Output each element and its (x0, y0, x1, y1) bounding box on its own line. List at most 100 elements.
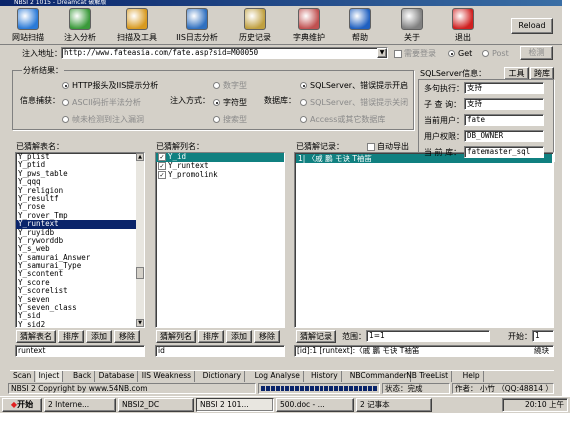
column-name-input[interactable]: id (155, 345, 285, 357)
check-icon[interactable]: ✓ (158, 162, 166, 170)
tables-button-2[interactable]: 添加 (86, 330, 112, 343)
post-radio[interactable]: Post (482, 49, 509, 59)
table-list-item[interactable]: Y_runtext (16, 220, 144, 229)
tables-button-3[interactable]: 移除 (114, 330, 140, 343)
progress-block (363, 386, 368, 391)
sqlinfo-label: 当前用户： (424, 116, 464, 125)
string-radio[interactable]: 字符型 (213, 98, 247, 108)
table-list-item[interactable]: Y_s_web (16, 245, 144, 253)
taskbar-item[interactable]: NBSI2_DC (118, 398, 194, 412)
taskbar-item[interactable]: NBSI 2 101... (196, 398, 274, 412)
toolbar-button-6[interactable]: 帮助 (340, 8, 380, 44)
sqlserver-error-on-radio[interactable]: SQLServer、错误提示开启 (300, 81, 408, 91)
table-list-item[interactable]: Y_rose (16, 203, 144, 211)
detect-button[interactable]: 检测 (520, 46, 553, 60)
access-radio[interactable]: Access或其它数据库 (300, 115, 385, 125)
check-icon[interactable]: ✓ (158, 171, 166, 179)
tables-button-1[interactable]: 排序 (58, 330, 84, 343)
table-list-item[interactable]: Y_sid (16, 312, 144, 320)
app-window: NBSI 2 1015 - Dreamcat 破解版 Reload 注入地址： … (0, 0, 562, 404)
taskbar-item[interactable]: 2 记事本 (356, 398, 432, 412)
taskbar-item[interactable]: 500.doc - ... (276, 398, 354, 412)
search-radio[interactable]: 搜索型 (213, 115, 247, 125)
tables-scrollbar[interactable]: ▲ ▼ (136, 153, 144, 327)
sqlinfo-value: 支持 (464, 82, 544, 94)
tab-help[interactable]: Help (460, 371, 484, 382)
toolbar-button-7[interactable]: 关于 (392, 8, 432, 44)
history-icon (244, 8, 266, 30)
toolbar-button-5[interactable]: 字典维护 (286, 8, 332, 44)
column-name: Y_id (168, 153, 187, 161)
sqlinfo-value: fate (464, 114, 544, 126)
column-list-item[interactable]: ✓ Y_promolink (156, 171, 284, 180)
reload-button[interactable]: Reload (511, 18, 553, 34)
record-output[interactable]: [id]:1 [runtext]:〈戚 鵬 モ诀 T袖笛 繞玦 (294, 345, 554, 357)
toolbar-button-3[interactable]: IIS日志分析 (170, 8, 224, 44)
url-dropdown-arrow-icon[interactable]: ▼ (377, 48, 387, 58)
tab-scan[interactable]: Scan (10, 371, 36, 382)
column-list-item[interactable]: ✓ Y_id (156, 153, 284, 162)
info-capture-label: 信息捕获： (20, 96, 60, 105)
range-input[interactable]: 1=1 (366, 330, 490, 342)
table-list-item[interactable]: Y_plist (16, 153, 144, 161)
columns-button-3[interactable]: 移除 (254, 330, 280, 343)
tab-iis-weakness[interactable]: IIS Weakness (139, 371, 196, 382)
get-radio[interactable]: Get (448, 49, 472, 59)
table-list-item[interactable]: Y_rover_Tmp (16, 212, 144, 220)
table-name-input[interactable]: runtext (15, 345, 145, 357)
table-list-item[interactable]: Y_qqq (16, 178, 144, 186)
toolbar-button-1[interactable]: 注入分析 (58, 8, 102, 44)
table-list-item[interactable]: Y_score (16, 279, 144, 287)
taskbar-item[interactable]: 2 Interne... (44, 398, 116, 412)
table-list-item[interactable]: Y_seven (16, 296, 144, 304)
columns-list[interactable]: ✓ Y_id ✓ Y_runtext ✓ Y_promolink (155, 152, 285, 328)
sqlinfo-value: DB_OWNER (464, 130, 544, 142)
table-list-item[interactable]: Y_scorelist (16, 287, 144, 295)
numeric-radio[interactable]: 数字型 (213, 81, 247, 91)
table-list-item[interactable]: Y_resultf (16, 195, 144, 203)
table-list-item[interactable]: Y_religion (16, 187, 144, 195)
tab-back[interactable]: Back (70, 371, 96, 382)
guess-records-button[interactable]: 猜解记录 (296, 330, 336, 343)
need-login-checkbox[interactable]: 需要登录 (394, 49, 436, 59)
tab-database[interactable]: Database (96, 371, 139, 382)
table-list-item[interactable]: Y_ptid (16, 161, 144, 169)
records-grid[interactable]: 1| 〈戚 鵬 モ诀 T袖笛 (294, 152, 554, 328)
table-list-item[interactable]: Y_samurai_Type (16, 262, 144, 270)
toolbar-button-2[interactable]: 扫描及工具 (110, 8, 164, 44)
column-list-item[interactable]: ✓ Y_runtext (156, 162, 284, 171)
table-list-item[interactable]: Y_scontent (16, 270, 144, 278)
table-list-item[interactable]: Y_ruyidb (16, 229, 144, 237)
tab-nb-treelist[interactable]: NB TreeList (403, 371, 453, 382)
toolbar-button-0[interactable]: 网站扫描 (10, 8, 46, 44)
start-input[interactable]: 1 (532, 330, 554, 342)
tables-list[interactable]: Y_plist Y_ptid Y_pws_table Y_qqq Y_religion Y… (15, 152, 145, 328)
tables-button-0[interactable]: 猜解表名 (16, 330, 56, 343)
tab-history[interactable]: History (308, 371, 342, 382)
toolbar-button-4[interactable]: 历史记录 (232, 8, 278, 44)
tab-dictionary[interactable]: Dictionary (200, 371, 246, 382)
columns-button-2[interactable]: 添加 (226, 330, 252, 343)
table-list-item[interactable]: Y_ryworddb (16, 237, 144, 245)
no-injection-radio[interactable]: 帧未检测到注入漏洞 (62, 115, 144, 125)
table-list-item[interactable]: Y_samurai_Answer (16, 254, 144, 262)
progress-block (295, 386, 299, 391)
globe-scan-icon (17, 8, 39, 30)
tab-log-analyse[interactable]: Log Analyse (252, 371, 304, 382)
tab-inject[interactable]: Inject (35, 371, 64, 382)
ascii-radio[interactable]: ASCII码折半法分析 (62, 98, 141, 108)
columns-button-1[interactable]: 排序 (198, 330, 224, 343)
tab-nbcommander[interactable]: NBCommander (347, 371, 411, 382)
start-button[interactable]: ◆开始 (2, 398, 42, 412)
auto-export-checkbox[interactable]: 自动导出 (367, 142, 409, 152)
toolbar-button-8[interactable]: 退出 (444, 8, 482, 44)
url-input[interactable]: http://www.fateasia.com/fate.asp?sid=M00… (61, 47, 388, 59)
check-icon[interactable]: ✓ (158, 153, 166, 161)
table-list-item[interactable]: Y_pws_table (16, 170, 144, 178)
table-list-item[interactable]: Y_seven_class (16, 304, 144, 312)
toolbar-label: 关于 (404, 33, 420, 42)
http-error-radio[interactable]: HTTP报头及IIS提示分析 (62, 81, 158, 91)
columns-button-0[interactable]: 猜解列名 (156, 330, 196, 343)
table-list-item[interactable]: Y_sid2 (16, 321, 144, 327)
sqlserver-error-off-radio[interactable]: SQLServer、错误提示关闭 (300, 98, 408, 108)
